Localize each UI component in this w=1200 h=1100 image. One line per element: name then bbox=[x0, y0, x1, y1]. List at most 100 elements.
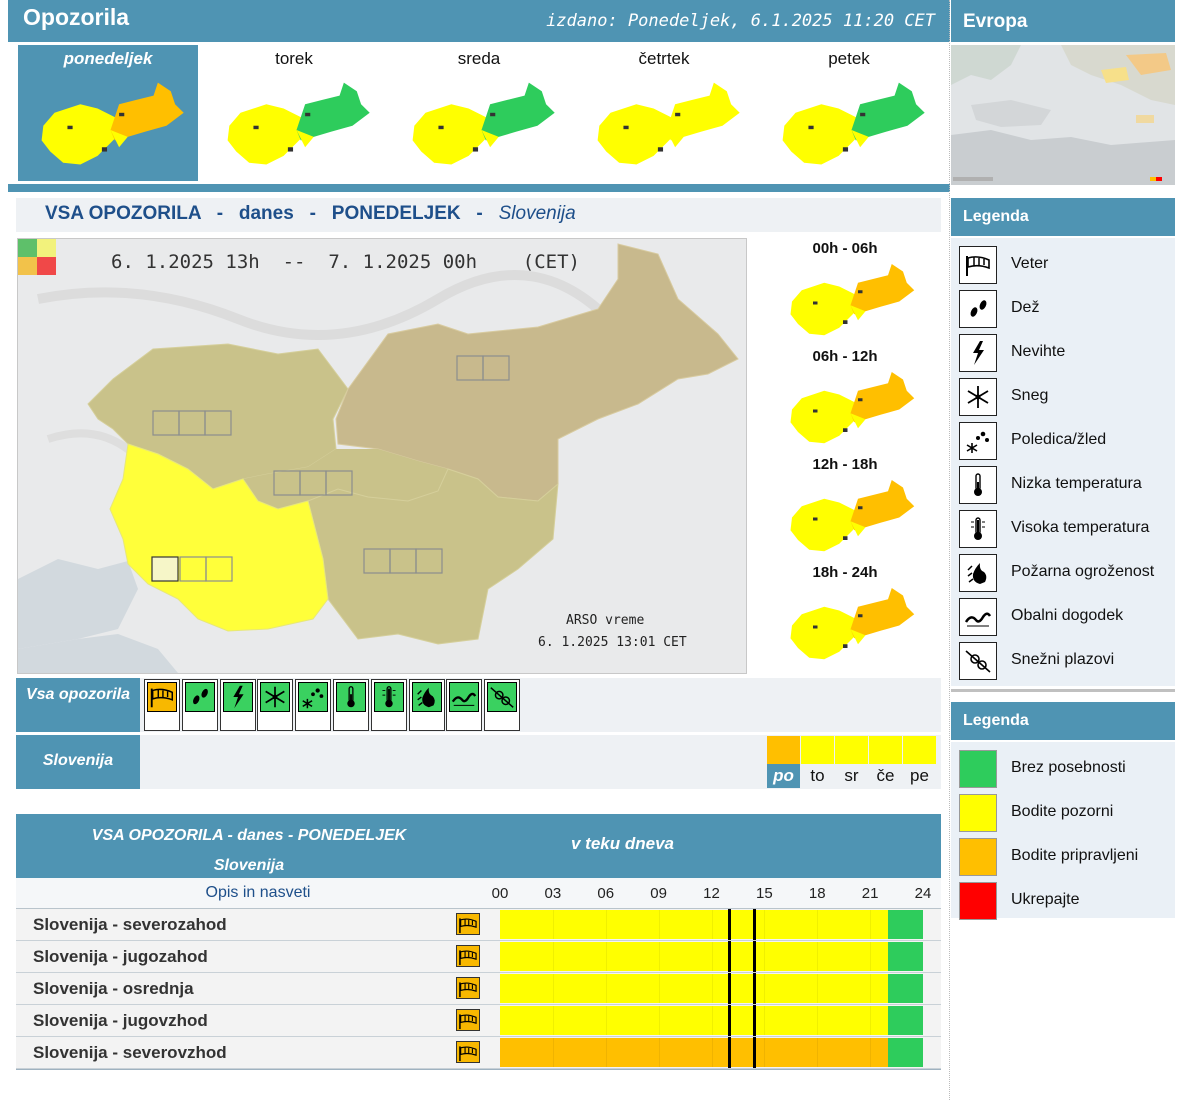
type-row-label-text: Vsa opozorila bbox=[25, 686, 131, 703]
legend-label: Bodite pozorni bbox=[1011, 803, 1114, 820]
avalanche-icon bbox=[487, 682, 518, 712]
time-slot-3[interactable]: 18h - 24h bbox=[750, 562, 940, 669]
hour-gridline bbox=[658, 942, 660, 971]
type-filter-high-temperature[interactable] bbox=[370, 679, 407, 731]
region-day-level[interactable] bbox=[835, 736, 868, 764]
time-slot-label: 18h - 24h bbox=[812, 564, 878, 581]
hour-tick: 21 bbox=[861, 885, 879, 902]
hour-gridline bbox=[764, 1038, 766, 1067]
hour-gridline bbox=[658, 1038, 660, 1067]
europe-title[interactable]: Evropa bbox=[963, 11, 1027, 33]
timeline-row[interactable]: Slovenija - jugozahod bbox=[16, 941, 941, 973]
time-slot-map bbox=[783, 473, 918, 559]
hour-gridline bbox=[711, 1038, 713, 1067]
wind-icon bbox=[147, 682, 177, 712]
hour-gridline bbox=[711, 910, 713, 939]
fire-risk-icon bbox=[959, 554, 997, 592]
warning-bar bbox=[500, 910, 888, 939]
type-filter-ice[interactable] bbox=[295, 679, 332, 731]
region-day-label[interactable]: če bbox=[869, 764, 902, 788]
type-filter-snow[interactable] bbox=[257, 679, 294, 731]
type-filter-avalanche[interactable] bbox=[484, 679, 521, 731]
fire-risk-icon bbox=[411, 682, 442, 712]
region-day-level[interactable] bbox=[801, 736, 834, 764]
rain-icon bbox=[959, 290, 997, 328]
column-divider bbox=[949, 0, 950, 1100]
europe-map[interactable] bbox=[951, 45, 1175, 185]
type-filter-thunderstorm[interactable] bbox=[219, 679, 256, 731]
region-name[interactable]: Slovenija - jugozahod bbox=[33, 947, 208, 967]
hour-tick: 00 bbox=[491, 885, 509, 902]
timeline-row[interactable]: Slovenija - severovzhod bbox=[16, 1037, 941, 1069]
hour-gridline bbox=[870, 1038, 872, 1067]
timeline-subheader: Opis in nasveti 00 03 06 09 12 15 18 21 24 bbox=[16, 878, 941, 909]
header-bar: Opozorila izdano: Ponedeljek, 6.1.2025 1… bbox=[8, 0, 950, 42]
day-map bbox=[219, 71, 374, 177]
region-name[interactable]: Slovenija - severozahod bbox=[33, 915, 227, 935]
type-filter-fire-risk[interactable] bbox=[408, 679, 445, 731]
hour-gridline bbox=[870, 910, 872, 939]
day-map bbox=[33, 71, 188, 177]
no-warning-bar bbox=[887, 1006, 923, 1035]
page-title: Opozorila bbox=[23, 4, 130, 30]
wind-icon bbox=[959, 246, 997, 284]
region-day-level[interactable] bbox=[869, 736, 902, 764]
hour-gridline bbox=[605, 910, 607, 939]
main-warning-map[interactable]: 6. 1.2025 13h -- 7. 1.2025 00h (CET) ARS… bbox=[17, 238, 747, 674]
time-marker bbox=[728, 1037, 732, 1068]
europe-header[interactable]: Evropa bbox=[951, 0, 1175, 42]
no-warning-bar bbox=[887, 974, 923, 1003]
legend-level-item: Ukrepajte bbox=[959, 882, 1175, 920]
hour-gridline bbox=[658, 974, 660, 1003]
region-day-label[interactable]: po bbox=[767, 764, 800, 788]
time-slot-2[interactable]: 12h - 18h bbox=[750, 454, 940, 561]
hour-gridline bbox=[817, 910, 819, 939]
time-slot-label: 00h - 06h bbox=[812, 240, 878, 257]
type-filter-wind[interactable] bbox=[144, 679, 180, 731]
tab-day-3[interactable]: četrtek bbox=[574, 45, 754, 181]
time-slot-0[interactable]: 00h - 06h bbox=[750, 238, 940, 345]
timeline-row[interactable]: Slovenija - severozahod bbox=[16, 909, 941, 941]
region-day-level[interactable] bbox=[767, 736, 800, 764]
region-day-label[interactable]: pe bbox=[903, 764, 936, 788]
region-day-label[interactable]: to bbox=[801, 764, 834, 788]
legend-label: Obalni dogodek bbox=[1011, 607, 1124, 624]
tab-day-0[interactable]: ponedeljek bbox=[18, 45, 198, 181]
ice-icon bbox=[298, 682, 329, 712]
description-header[interactable]: Opis in nasveti bbox=[16, 884, 500, 902]
legend-item-high-temperature: Visoka temperatura bbox=[959, 510, 1175, 548]
timeline-row[interactable]: Slovenija - jugovzhod bbox=[16, 1005, 941, 1037]
timeline-title-text: VSA OPOZORILA - danes - PONEDELJEK bbox=[91, 827, 407, 844]
hour-gridline bbox=[711, 942, 713, 971]
main-title-region: Slovenija bbox=[498, 203, 576, 224]
legend-label: Bodite pripravljeni bbox=[1011, 847, 1139, 864]
level-color-swatch bbox=[959, 838, 997, 876]
time-slot-label: 06h - 12h bbox=[812, 348, 878, 365]
hour-tick: 09 bbox=[650, 885, 667, 902]
tab-day-label: ponedeljek bbox=[63, 49, 153, 68]
tab-day-2[interactable]: sreda bbox=[389, 45, 569, 181]
region-day-level[interactable] bbox=[903, 736, 936, 764]
time-slot-1[interactable]: 06h - 12h bbox=[750, 346, 940, 453]
region-name[interactable]: Slovenija - osrednja bbox=[33, 979, 194, 999]
tab-day-1[interactable]: torek bbox=[204, 45, 384, 181]
main-title: VSA OPOZORILA - danes - PONEDELJEK - Slo… bbox=[45, 203, 576, 225]
accent-strip bbox=[8, 184, 950, 192]
thunderstorm-icon bbox=[959, 334, 997, 372]
issued-timestamp: izdano: Ponedeljek, 6.1.2025 11:20 CET bbox=[546, 11, 935, 31]
tab-day-4[interactable]: petek bbox=[759, 45, 939, 181]
time-slot-map bbox=[783, 581, 918, 667]
timeline-during-day: v teku dneva bbox=[571, 834, 674, 853]
timeline-row[interactable]: Slovenija - osrednja bbox=[16, 973, 941, 1005]
type-filter-coastal-event[interactable] bbox=[446, 679, 483, 731]
type-filter-rain[interactable] bbox=[181, 679, 218, 731]
warning-bar bbox=[500, 974, 888, 1003]
type-filter-low-temperature[interactable] bbox=[333, 679, 369, 731]
legend-types-title: Legenda bbox=[963, 208, 1029, 225]
region-name[interactable]: Slovenija - jugovzhod bbox=[33, 1011, 208, 1031]
timeline-title: VSA OPOZORILA - danes - PONEDELJEK Slove… bbox=[16, 821, 482, 881]
legend-item-avalanche: Snežni plazovi bbox=[959, 642, 1175, 680]
legend-label: Brez posebnosti bbox=[1011, 759, 1126, 776]
region-name[interactable]: Slovenija - severovzhod bbox=[33, 1043, 227, 1063]
region-day-label[interactable]: sr bbox=[835, 764, 868, 788]
